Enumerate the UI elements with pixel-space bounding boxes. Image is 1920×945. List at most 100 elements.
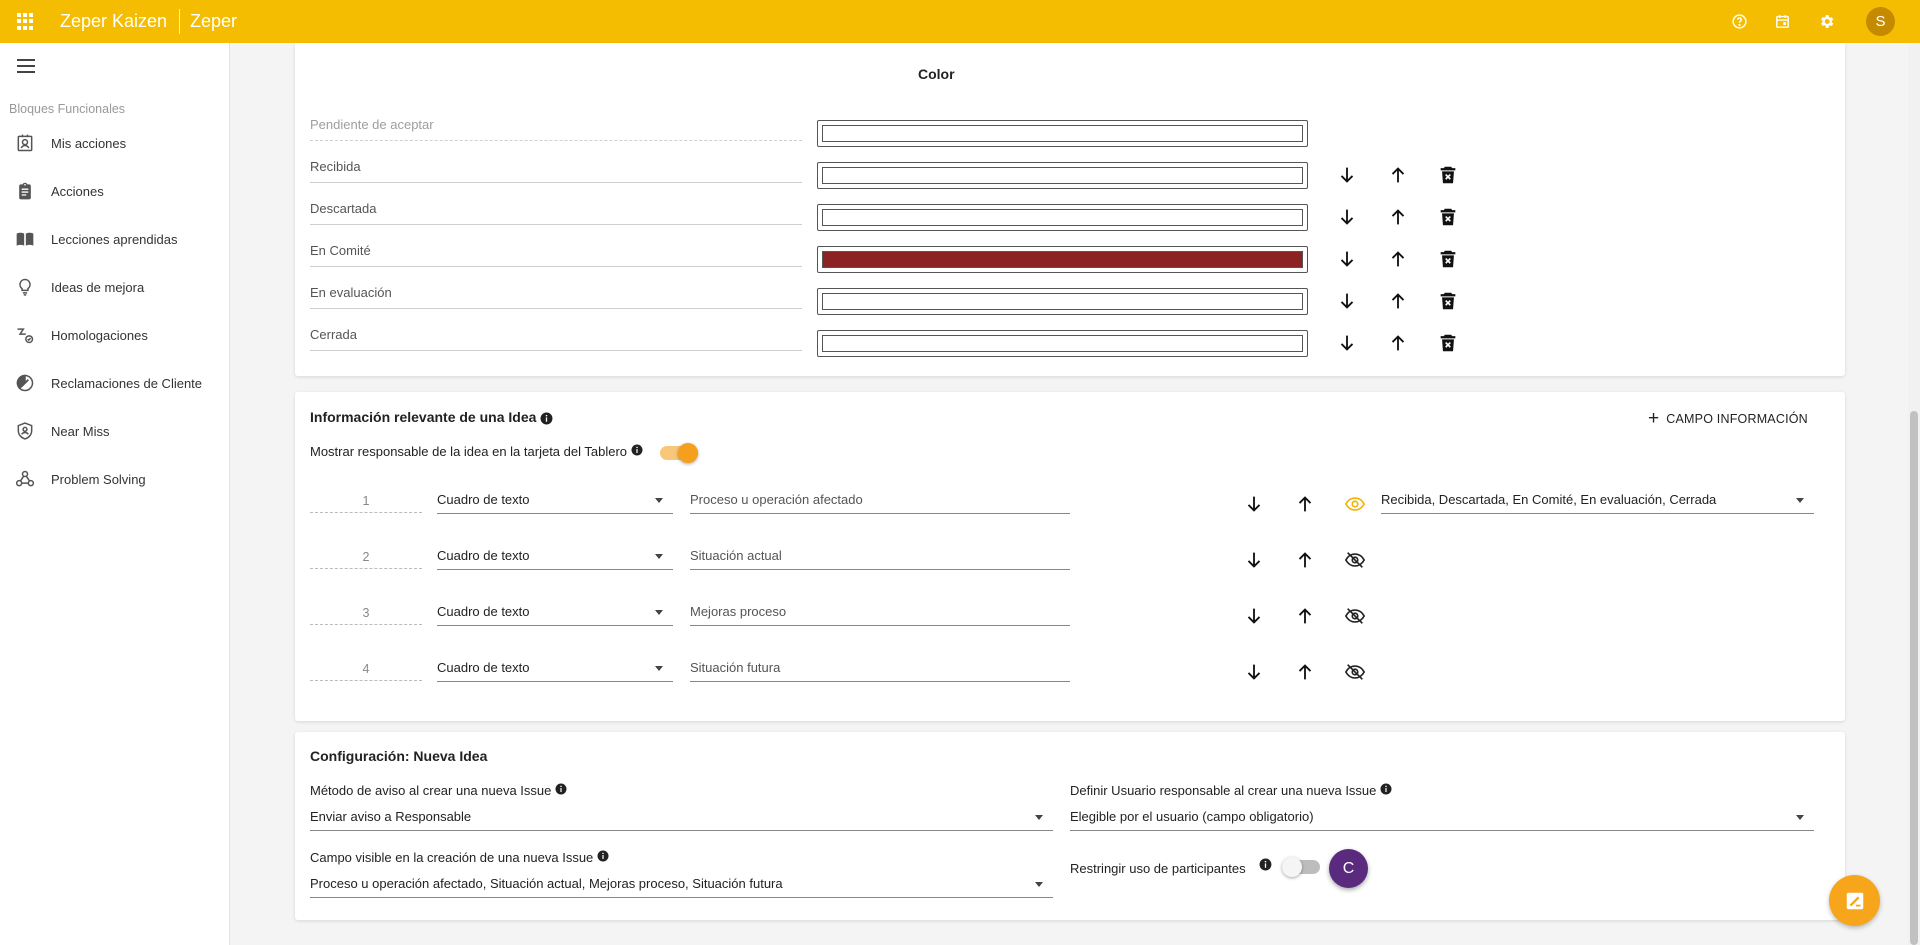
field-name-input[interactable]: Situación actual (690, 548, 1070, 570)
state-color-picker[interactable] (817, 330, 1308, 357)
delete-trash-icon[interactable] (1437, 164, 1459, 186)
sidebar-item-ideas-de-mejora[interactable]: Ideas de mejora (0, 270, 229, 304)
field-type-select[interactable]: Cuadro de texto (437, 604, 673, 626)
info-icon[interactable] (1259, 858, 1272, 871)
field-type-select[interactable]: Cuadro de texto (437, 548, 673, 570)
move-down-arrow-icon[interactable] (1243, 493, 1265, 515)
sidebar: Bloques Funcionales Mis acciones Accione… (0, 43, 230, 945)
move-down-arrow-icon[interactable] (1243, 661, 1265, 683)
visible-field-select[interactable]: Proceso u operación afectado, Situación … (310, 876, 1053, 898)
state-color-picker[interactable] (817, 246, 1308, 273)
help-icon[interactable] (1731, 13, 1748, 30)
lightbulb-icon (19, 278, 31, 296)
menu-hamburger-icon[interactable] (17, 59, 35, 73)
hidden-eye-off-icon[interactable] (1344, 549, 1366, 571)
move-up-arrow-icon[interactable] (1387, 206, 1409, 228)
field-type-value: Cuadro de texto (437, 548, 530, 563)
delete-trash-icon[interactable] (1437, 248, 1459, 270)
move-up-arrow-icon[interactable] (1387, 290, 1409, 312)
calendar-icon[interactable] (1774, 13, 1791, 30)
settings-gear-icon[interactable] (1818, 13, 1835, 30)
sidebar-item-acciones[interactable]: Acciones (0, 174, 229, 208)
page-scrollbar[interactable] (1908, 43, 1920, 945)
move-down-arrow-icon[interactable] (1336, 164, 1358, 186)
move-down-arrow-icon[interactable] (1336, 206, 1358, 228)
info-icon[interactable] (597, 850, 609, 862)
sidebar-item-mis-acciones[interactable]: Mis acciones (0, 126, 229, 160)
state-name-field[interactable]: Descartada (310, 201, 802, 225)
visible-eye-icon[interactable] (1344, 493, 1366, 515)
visible-states-select[interactable]: Recibida, Descartada, En Comité, En eval… (1381, 492, 1814, 514)
move-down-arrow-icon[interactable] (1243, 549, 1265, 571)
color-column-header: Color (918, 66, 955, 82)
sidebar-item-problem-solving[interactable]: Problem Solving (0, 462, 229, 496)
apps-grid-icon[interactable] (17, 13, 34, 30)
state-color-picker[interactable] (817, 120, 1308, 147)
add-campo-informacion-button[interactable]: + CAMPO INFORMACIÓN (1648, 409, 1808, 428)
state-color-picker[interactable] (817, 162, 1308, 189)
edit-square-icon (1846, 892, 1863, 909)
state-color-picker[interactable] (817, 288, 1308, 315)
state-color-picker[interactable] (817, 204, 1308, 231)
sidebar-item-label: Problem Solving (51, 471, 146, 487)
state-color-fill (822, 125, 1303, 142)
move-up-arrow-icon[interactable] (1294, 493, 1316, 515)
move-down-arrow-icon[interactable] (1336, 290, 1358, 312)
sidebar-item-near-miss[interactable]: Near Miss (0, 414, 229, 448)
state-name-field[interactable]: Cerrada (310, 327, 802, 351)
move-up-arrow-icon[interactable] (1387, 248, 1409, 270)
field-type-select[interactable]: Cuadro de texto (437, 660, 673, 682)
move-down-arrow-icon[interactable] (1336, 248, 1358, 270)
move-up-arrow-icon[interactable] (1294, 549, 1316, 571)
info-icon[interactable] (555, 783, 567, 795)
field-name-input[interactable]: Mejoras proceso (690, 604, 1070, 626)
state-name-field[interactable]: Pendiente de aceptar (310, 117, 802, 141)
visible-field-label: Campo visible en la creación de una nuev… (310, 850, 609, 865)
state-color-fill (822, 293, 1303, 310)
top-app-bar: Zeper Kaizen Zeper S (0, 0, 1920, 43)
state-name-field[interactable]: En evaluación (310, 285, 802, 309)
info-icon[interactable] (540, 412, 553, 425)
field-name-input[interactable]: Proceso u operación afectado (690, 492, 1070, 514)
responsible-user-label: Definir Usuario responsable al crear una… (1070, 783, 1392, 798)
user-bubble-avatar[interactable]: C (1329, 849, 1368, 888)
delete-trash-icon[interactable] (1437, 206, 1459, 228)
floating-edit-button[interactable] (1829, 875, 1880, 926)
move-down-arrow-icon[interactable] (1336, 332, 1358, 354)
hidden-eye-off-icon[interactable] (1344, 661, 1366, 683)
notify-method-select[interactable]: Enviar aviso a Responsable (310, 809, 1053, 831)
notify-method-label: Método de aviso al crear una nueva Issue (310, 783, 567, 798)
delete-trash-icon[interactable] (1437, 290, 1459, 312)
show-responsible-text: Mostrar responsable de la idea en la tar… (310, 444, 628, 459)
dropdown-caret-icon (655, 498, 663, 503)
scrollbar-thumb[interactable] (1910, 411, 1918, 945)
delete-trash-icon[interactable] (1437, 332, 1459, 354)
user-avatar[interactable]: S (1866, 7, 1895, 36)
dropdown-caret-icon (1035, 815, 1043, 820)
visible-field-label-text: Campo visible en la creación de una nuev… (310, 850, 594, 865)
state-name-field[interactable]: Recibida (310, 159, 802, 183)
field-order-number: 2 (310, 550, 422, 569)
info-icon[interactable] (1380, 783, 1392, 795)
approval-flow-icon (17, 328, 34, 344)
sidebar-item-homologaciones[interactable]: Homologaciones (0, 318, 229, 352)
dropdown-caret-icon (655, 610, 663, 615)
plus-icon: + (1648, 408, 1660, 429)
notify-method-label-text: Método de aviso al crear una nueva Issue (310, 783, 552, 798)
state-name-field[interactable]: En Comité (310, 243, 802, 267)
move-up-arrow-icon[interactable] (1294, 661, 1316, 683)
field-type-select[interactable]: Cuadro de texto (437, 492, 673, 514)
field-name-input[interactable]: Situación futura (690, 660, 1070, 682)
restrict-participants-toggle[interactable] (1282, 857, 1320, 877)
move-up-arrow-icon[interactable] (1387, 332, 1409, 354)
show-responsible-toggle[interactable] (660, 443, 698, 463)
visible-field-value: Proceso u operación afectado, Situación … (310, 876, 783, 891)
hidden-eye-off-icon[interactable] (1344, 605, 1366, 627)
responsible-user-select[interactable]: Elegible por el usuario (campo obligator… (1070, 809, 1814, 831)
sidebar-item-reclamaciones-de-cliente[interactable]: Reclamaciones de Cliente (0, 366, 229, 400)
info-icon[interactable] (631, 444, 643, 456)
move-up-arrow-icon[interactable] (1294, 605, 1316, 627)
move-up-arrow-icon[interactable] (1387, 164, 1409, 186)
move-down-arrow-icon[interactable] (1243, 605, 1265, 627)
sidebar-item-lecciones-aprendidas[interactable]: Lecciones aprendidas (0, 222, 229, 256)
